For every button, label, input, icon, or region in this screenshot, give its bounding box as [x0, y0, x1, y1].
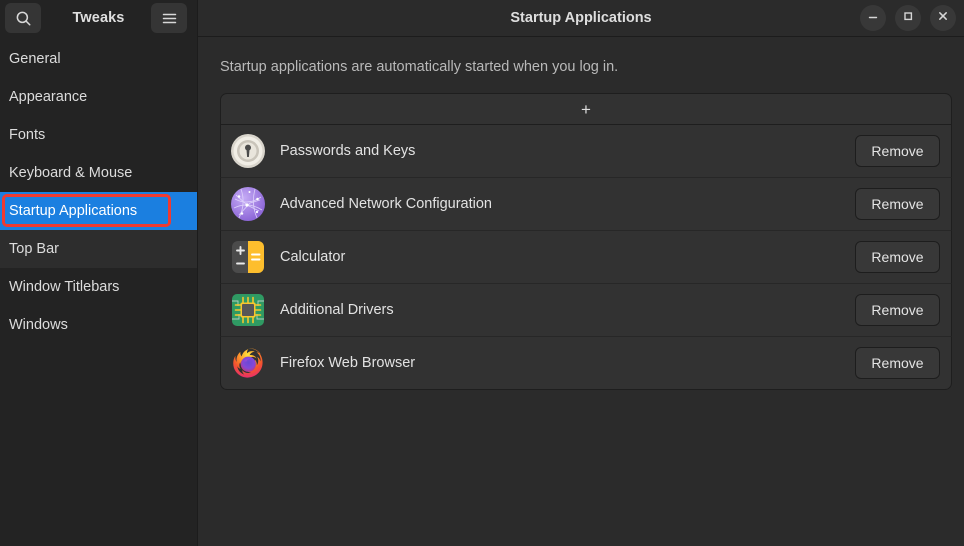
- remove-button[interactable]: Remove: [855, 188, 940, 220]
- table-row: Firefox Web Browser Remove: [220, 337, 952, 390]
- tweaks-window: Tweaks Startup Applications: [0, 0, 964, 546]
- titlebar: Tweaks Startup Applications: [0, 0, 964, 37]
- table-row: Calculator Remove: [220, 231, 952, 284]
- application-name: Additional Drivers: [280, 302, 855, 318]
- maximize-button[interactable]: [895, 5, 921, 31]
- plus-icon: +: [581, 101, 591, 118]
- titlebar-sidebar-section: Tweaks: [0, 0, 198, 37]
- table-row: Passwords and Keys Remove: [220, 125, 952, 178]
- sidebar-item-window-titlebars[interactable]: Window Titlebars: [0, 268, 197, 306]
- window-title: Startup Applications: [198, 10, 964, 26]
- calculator-icon: [230, 239, 266, 275]
- search-icon: [15, 10, 32, 27]
- sidebar-item-label: Keyboard & Mouse: [9, 165, 132, 181]
- main-menu-button[interactable]: [151, 3, 187, 33]
- sidebar-item-label: Startup Applications: [9, 203, 137, 219]
- table-row: Advanced Network Configuration Remove: [220, 178, 952, 231]
- sidebar: General Appearance Fonts Keyboard & Mous…: [0, 37, 198, 546]
- remove-button[interactable]: Remove: [855, 135, 940, 167]
- sidebar-item-windows[interactable]: Windows: [0, 306, 197, 344]
- titlebar-main-section: Startup Applications: [198, 0, 964, 37]
- sidebar-item-label: Windows: [9, 317, 68, 333]
- sidebar-item-label: Fonts: [9, 127, 45, 143]
- application-name: Calculator: [280, 249, 855, 265]
- remove-button[interactable]: Remove: [855, 347, 940, 379]
- application-name: Advanced Network Configuration: [280, 196, 855, 212]
- cpu-chip-icon: [230, 292, 266, 328]
- search-button[interactable]: [5, 3, 41, 33]
- application-name: Firefox Web Browser: [280, 355, 855, 371]
- close-button[interactable]: [930, 5, 956, 31]
- window-controls: [860, 5, 956, 31]
- remove-button[interactable]: Remove: [855, 294, 940, 326]
- network-globe-icon: [230, 186, 266, 222]
- application-name: Passwords and Keys: [280, 143, 855, 159]
- sidebar-item-label: General: [9, 51, 61, 67]
- sidebar-item-top-bar[interactable]: Top Bar: [0, 230, 197, 268]
- sidebar-item-keyboard-and-mouse[interactable]: Keyboard & Mouse: [0, 154, 197, 192]
- maximize-icon: [902, 9, 914, 27]
- firefox-icon: [230, 345, 266, 381]
- sidebar-item-general[interactable]: General: [0, 40, 197, 78]
- sidebar-item-fonts[interactable]: Fonts: [0, 116, 197, 154]
- minimize-button[interactable]: [860, 5, 886, 31]
- page-description: Startup applications are automatically s…: [199, 37, 964, 75]
- remove-button[interactable]: Remove: [855, 241, 940, 273]
- close-icon: [937, 9, 949, 27]
- table-row: Additional Drivers Remove: [220, 284, 952, 337]
- minimize-icon: [867, 9, 879, 27]
- hamburger-menu-icon: [162, 12, 177, 25]
- main-content: Startup applications are automatically s…: [199, 37, 964, 546]
- sidebar-item-appearance[interactable]: Appearance: [0, 78, 197, 116]
- startup-applications-list: + Passwords and Keys Remove: [220, 93, 952, 390]
- sidebar-item-startup-applications[interactable]: Startup Applications: [0, 192, 197, 230]
- sidebar-item-label: Top Bar: [9, 241, 59, 257]
- add-startup-application-button[interactable]: +: [220, 93, 952, 125]
- keyring-icon: [230, 133, 266, 169]
- sidebar-item-label: Appearance: [9, 89, 87, 105]
- sidebar-item-label: Window Titlebars: [9, 279, 119, 295]
